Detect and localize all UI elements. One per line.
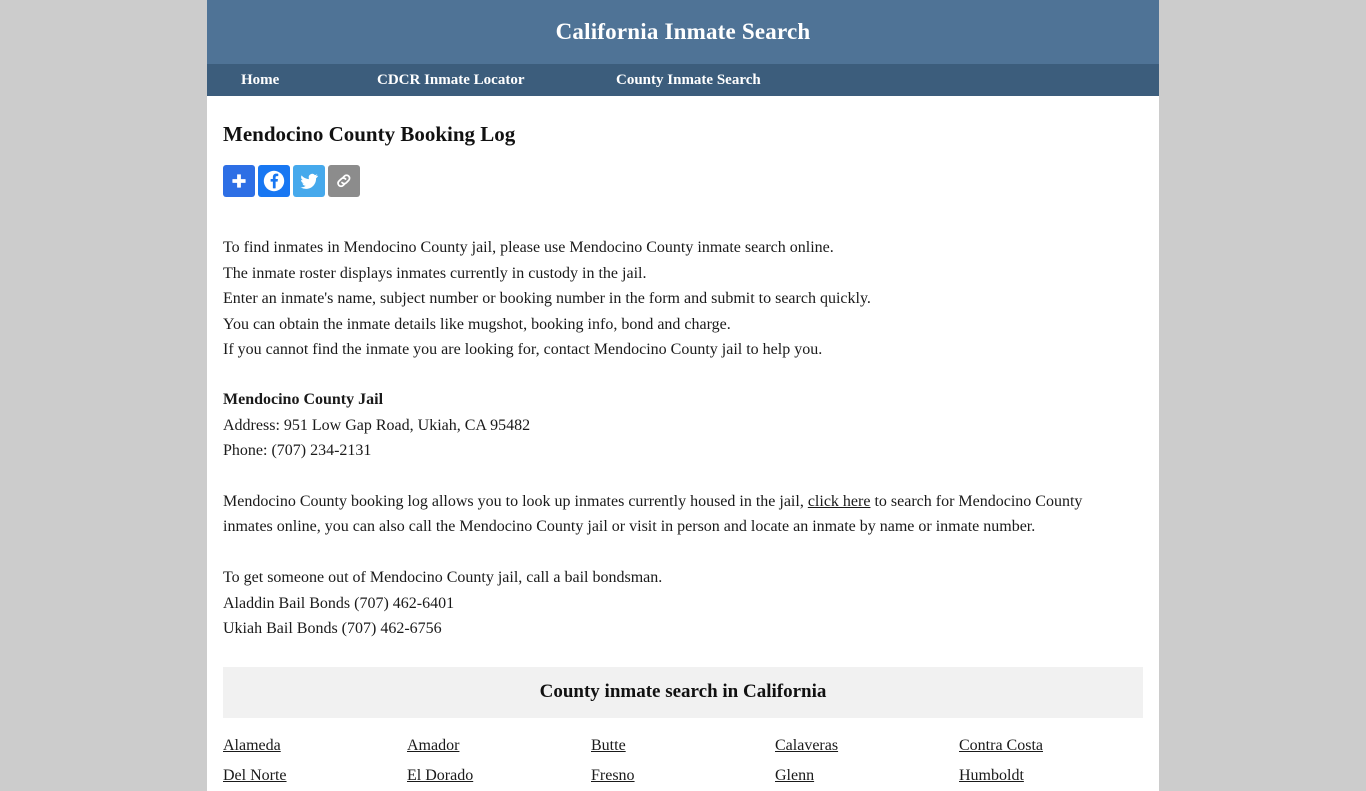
booking-paragraph-text-before: Mendocino County booking log allows you … [223, 492, 808, 510]
county-inmate-search-table: County inmate search in California Alame… [223, 666, 1143, 791]
page-container: California Inmate Search Home CDCR Inmat… [207, 0, 1159, 791]
nav-item-county-inmate-search[interactable]: County Inmate Search [616, 72, 761, 89]
table-cell: Contra Costa [959, 718, 1143, 761]
facebook-icon [263, 170, 285, 192]
intro-line: The inmate roster displays inmates curre… [223, 264, 647, 282]
nav-item-cdcr-inmate-locator[interactable]: CDCR Inmate Locator [377, 72, 616, 89]
county-link-humboldt[interactable]: Humboldt [959, 767, 1024, 784]
bail-intro: To get someone out of Mendocino County j… [223, 568, 663, 586]
county-link-butte[interactable]: Butte [591, 737, 626, 754]
jail-address: Address: 951 Low Gap Road, Ukiah, CA 954… [223, 416, 531, 434]
county-link-contra-costa[interactable]: Contra Costa [959, 737, 1043, 754]
link-icon [337, 174, 351, 188]
county-link-amador[interactable]: Amador [407, 737, 459, 754]
booking-log-paragraph: Mendocino County booking log allows you … [223, 489, 1123, 540]
table-cell: Alameda [223, 718, 407, 761]
twitter-icon [300, 173, 318, 189]
share-button-facebook[interactable]: Facebook [258, 165, 290, 197]
main-navigation: Home CDCR Inmate Locator County Inmate S… [207, 64, 1159, 96]
table-cell: Glenn [775, 761, 959, 791]
county-link-fresno[interactable]: Fresno [591, 767, 635, 784]
intro-text-block: To find inmates in Mendocino County jail… [223, 235, 1143, 363]
bail-bondsman-block: To get someone out of Mendocino County j… [223, 565, 1143, 642]
share-button-addthis[interactable]: Share [223, 165, 255, 197]
click-here-link[interactable]: click here [808, 493, 871, 510]
share-button-group: Share Facebook Twitter [223, 165, 1143, 197]
intro-line: To find inmates in Mendocino County jail… [223, 239, 834, 256]
county-link-del-norte[interactable]: Del Norte [223, 767, 287, 784]
intro-line: You can obtain the inmate details like m… [223, 315, 731, 333]
site-header: California Inmate Search [207, 0, 1159, 64]
intro-line: If you cannot find the inmate you are lo… [223, 341, 823, 359]
intro-line: Enter an inmate's name, subject number o… [223, 290, 871, 308]
table-header-row: County inmate search in California [223, 666, 1143, 718]
table-row: Del Norte El Dorado Fresno Glenn Humbold… [223, 761, 1143, 791]
table-cell: Butte [591, 718, 775, 761]
jail-name: Mendocino County Jail [223, 390, 384, 408]
table-cell: El Dorado [407, 761, 591, 791]
nav-item-home[interactable]: Home [241, 72, 377, 89]
bail-bondsman-entry: Ukiah Bail Bonds (707) 462-6756 [223, 620, 442, 638]
table-cell: Calaveras [775, 718, 959, 761]
table-cell: Fresno [591, 761, 775, 791]
jail-phone: Phone: (707) 234-2131 [223, 442, 372, 460]
county-link-calaveras[interactable]: Calaveras [775, 737, 838, 754]
site-title: California Inmate Search [555, 19, 811, 44]
table-row: Alameda Amador Butte Calaveras Contra Co… [223, 718, 1143, 761]
county-link-el-dorado[interactable]: El Dorado [407, 767, 473, 784]
jail-contact-block: Mendocino County Jail Address: 951 Low G… [223, 387, 1143, 464]
page-title: Mendocino County Booking Log [223, 122, 516, 146]
bail-bondsman-entry: Aladdin Bail Bonds (707) 462-6401 [223, 594, 455, 612]
share-button-twitter[interactable]: Twitter [293, 165, 325, 197]
share-button-copy-link[interactable]: Copy Link [328, 165, 360, 197]
county-table-header: County inmate search in California [223, 666, 1143, 718]
table-cell: Amador [407, 718, 591, 761]
table-cell: Del Norte [223, 761, 407, 791]
county-link-glenn[interactable]: Glenn [775, 767, 814, 784]
county-link-alameda[interactable]: Alameda [223, 737, 281, 754]
table-cell: Humboldt [959, 761, 1143, 791]
main-content: Mendocino County Booking Log Share Faceb… [207, 122, 1159, 791]
plus-icon [232, 174, 246, 188]
